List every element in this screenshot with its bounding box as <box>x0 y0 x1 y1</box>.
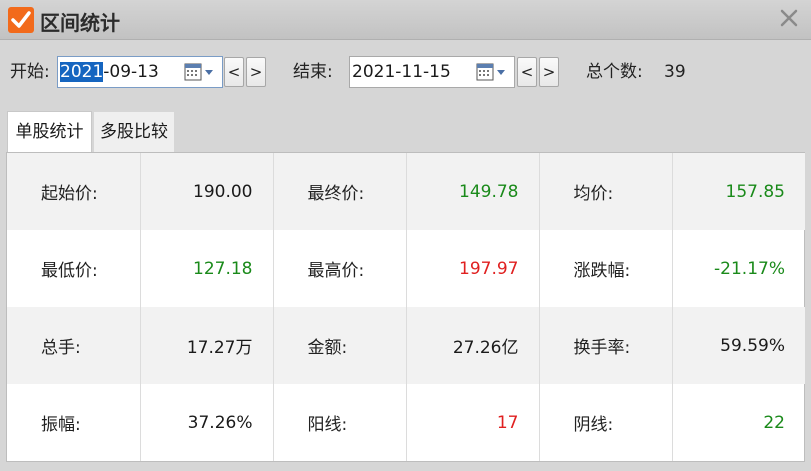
end-date-value[interactable]: 2021-11-15 <box>352 61 451 83</box>
end-date-label: 结束: <box>293 62 333 82</box>
low-price-value: 127.18 <box>140 230 274 307</box>
start-prev-button[interactable]: < <box>224 57 244 87</box>
window-title: 区间统计 <box>40 11 120 35</box>
up-days-value: 17 <box>406 384 540 461</box>
stats-panel: 起始价: 190.00 最终价: 149.78 均价: 157.85 最低价: … <box>6 152 805 462</box>
high-price-value: 197.97 <box>406 230 540 307</box>
start-date-label: 开始: <box>10 62 50 82</box>
table-row: 最低价: 127.18 最高价: 197.97 涨跌幅: -21.17% <box>7 230 805 307</box>
stats-table: 起始价: 190.00 最终价: 149.78 均价: 157.85 最低价: … <box>7 153 805 461</box>
start-next-button[interactable]: > <box>246 57 266 87</box>
tab-single-stock[interactable]: 单股统计 <box>7 111 92 153</box>
table-row: 起始价: 190.00 最终价: 149.78 均价: 157.85 <box>7 153 805 230</box>
change-pct-value: -21.17% <box>714 258 785 279</box>
start-date-field[interactable]: 2021-09-13 <box>57 56 223 88</box>
end-price-value: 149.78 <box>406 153 540 230</box>
end-price-label: 最终价: <box>273 153 407 230</box>
low-price-label: 最低价: <box>7 230 141 307</box>
count-value: 39 <box>664 62 686 82</box>
title-bar: 区间统计 <box>0 0 811 40</box>
checkmark-icon <box>8 7 34 33</box>
amount-value: 27.26亿 <box>406 307 540 384</box>
calendar-icon[interactable] <box>476 63 508 81</box>
count-label: 总个数: <box>586 62 643 82</box>
end-next-button[interactable]: > <box>539 57 559 87</box>
turnover-value: 59.59% <box>672 307 805 384</box>
start-date-year-selected: 2021 <box>60 62 104 82</box>
table-row: 总手: 17.27万 金额: 27.26亿 换手率: 59.59% <box>7 307 805 384</box>
volume-value: 17.27万 <box>140 307 274 384</box>
start-price-value: 190.00 <box>140 153 274 230</box>
down-days-value: 22 <box>763 412 785 433</box>
amplitude-label: 振幅: <box>7 384 141 461</box>
volume-label: 总手: <box>7 307 141 384</box>
end-prev-button[interactable]: < <box>517 57 537 87</box>
table-row: 振幅: 37.26% 阳线: 17 阴线: 22 <box>7 384 805 461</box>
change-pct-label: 涨跌幅: <box>539 230 673 307</box>
turnover-label: 换手率: <box>539 307 673 384</box>
up-days-label: 阳线: <box>273 384 407 461</box>
amplitude-value: 37.26% <box>140 384 274 461</box>
amount-label: 金额: <box>273 307 407 384</box>
high-price-label: 最高价: <box>273 230 407 307</box>
avg-price-label: 均价: <box>539 153 673 230</box>
end-date-field[interactable]: 2021-11-15 <box>349 56 515 88</box>
calendar-icon[interactable] <box>184 63 216 81</box>
start-date-rest: -09-13 <box>103 62 159 82</box>
avg-price-value: 157.85 <box>672 153 805 230</box>
down-days-label: 阴线: <box>539 384 673 461</box>
start-price-label: 起始价: <box>7 153 141 230</box>
start-date-value[interactable]: 2021-09-13 <box>60 61 159 83</box>
close-icon[interactable] <box>777 6 801 30</box>
tab-multi-compare[interactable]: 多股比较 <box>94 111 174 152</box>
